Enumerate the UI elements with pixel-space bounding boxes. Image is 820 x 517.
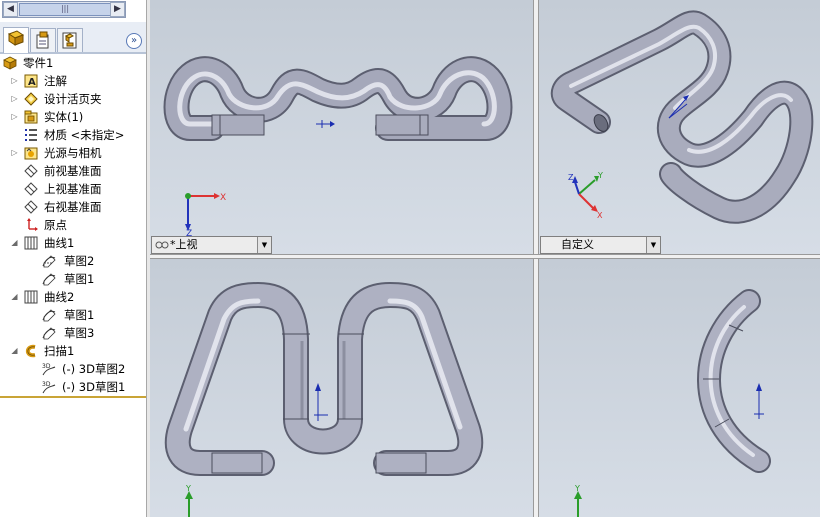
sketch-icon: [42, 273, 56, 286]
tab-property-manager[interactable]: [30, 28, 56, 52]
plane-icon: [24, 182, 38, 196]
tab-feature-manager[interactable]: [3, 27, 29, 53]
scroll-right-icon[interactable]: ▶: [110, 2, 125, 17]
viewport-top-right[interactable]: Y Z X 自定义 ▼: [539, 0, 820, 254]
tree-item-3d-sketch1[interactable]: 3D (-) 3D草图1: [0, 378, 146, 396]
glasses-icon: [155, 241, 169, 249]
feature-manager-panel: ◀ ||| ▶ » 零件1 ▷ A 注解 ▷ 设计活页夹 ▷ 实体(1) 材质 …: [0, 0, 146, 517]
curve-icon: [24, 236, 38, 250]
origin-marker-icon: [316, 120, 335, 128]
annotations-icon: A: [24, 74, 38, 88]
tree-item-origin[interactable]: 原点: [0, 216, 146, 234]
scroll-thumb[interactable]: |||: [19, 3, 111, 16]
solid-bodies-icon: [24, 110, 38, 124]
coordinate-triad-icon: X Z: [185, 193, 226, 236]
viewport-bottom-right[interactable]: Y: [539, 259, 820, 517]
property-icon: [36, 31, 49, 49]
dropdown-arrow-icon[interactable]: ▼: [646, 237, 660, 253]
horizontal-scrollbar[interactable]: ◀ ||| ▶: [2, 1, 126, 18]
sweep-icon: [25, 344, 36, 358]
tree-item-sweep1[interactable]: ◢ 扫描1: [0, 342, 146, 360]
viewport-top-left[interactable]: X Z *上视 ▼: [150, 0, 533, 254]
origin-icon: [27, 218, 38, 231]
3d-sketch-icon: 3D: [42, 363, 56, 376]
part-icon: [3, 56, 17, 70]
origin-marker-icon: [314, 383, 328, 421]
collapse-icon[interactable]: ◢: [10, 292, 19, 301]
rollback-bar[interactable]: [0, 396, 146, 398]
manager-tab-bar: »: [0, 22, 146, 54]
tree-item-annotations[interactable]: ▷ A 注解: [0, 72, 146, 90]
viewport-bottom-left[interactable]: Y: [150, 259, 533, 517]
tab-configuration-manager[interactable]: [57, 28, 83, 52]
svg-text:Y: Y: [597, 171, 603, 180]
origin-marker-icon: [754, 383, 764, 419]
tree-item-solid-bodies[interactable]: ▷ 实体(1): [0, 108, 146, 126]
tree-item-design-binder[interactable]: ▷ 设计活页夹: [0, 90, 146, 108]
material-icon: [25, 129, 37, 141]
view-orientation-selector[interactable]: 自定义 ▼: [540, 236, 661, 254]
part-label: 零件1: [23, 56, 54, 70]
expand-icon[interactable]: ▷: [10, 112, 19, 121]
part-model-right-view: [697, 289, 771, 473]
feature-tree-icon: [7, 30, 25, 46]
sketch-icon: [42, 327, 56, 340]
part-model-front-view: [164, 282, 484, 476]
expand-icon[interactable]: ▷: [10, 148, 19, 157]
tree-item-lights-camera[interactable]: ▷ 光源与相机: [0, 144, 146, 162]
view-name: *上视: [170, 238, 198, 251]
tree-item-sketch1[interactable]: 草图1: [0, 270, 146, 288]
design-binder-icon: [24, 92, 38, 106]
tree-item-top-plane[interactable]: 上视基准面: [0, 180, 146, 198]
tree-item-sketch3[interactable]: 草图3: [0, 324, 146, 342]
lights-camera-icon: [24, 147, 38, 160]
tree-item-material[interactable]: 材质 <未指定>: [0, 126, 146, 144]
coordinate-triad-icon: Y: [185, 485, 193, 517]
svg-text:Y: Y: [574, 485, 580, 493]
svg-text:Y: Y: [185, 485, 191, 493]
sketch-icon: [42, 309, 56, 322]
expand-icon[interactable]: ▷: [10, 76, 19, 85]
3d-sketch-icon: 3D: [42, 381, 56, 394]
tree-item-front-plane[interactable]: 前视基准面: [0, 162, 146, 180]
svg-text:X: X: [597, 211, 603, 220]
svg-text:Z: Z: [186, 229, 192, 236]
tree-item-right-plane[interactable]: 右视基准面: [0, 198, 146, 216]
tree-item-curve2[interactable]: ◢ 曲线2: [0, 288, 146, 306]
svg-text:X: X: [220, 193, 226, 203]
view-orientation-selector[interactable]: *上视 ▼: [151, 236, 272, 254]
expand-icon[interactable]: ▷: [10, 94, 19, 103]
coordinate-triad-icon: Y Z X: [568, 171, 603, 220]
svg-text:Z: Z: [568, 173, 574, 182]
view-name: 自定义: [561, 238, 594, 251]
tree-item-sketch2[interactable]: 草图2: [0, 252, 146, 270]
plane-icon: [24, 164, 38, 178]
tree-item-sketch1b[interactable]: 草图1: [0, 306, 146, 324]
collapse-icon[interactable]: ◢: [10, 238, 19, 247]
dropdown-arrow-icon[interactable]: ▼: [257, 237, 271, 253]
expand-panel-icon[interactable]: »: [126, 33, 142, 49]
plane-icon: [24, 200, 38, 214]
collapse-icon[interactable]: ◢: [10, 346, 19, 355]
configuration-icon: [62, 32, 77, 49]
tree-item-part[interactable]: 零件1: [3, 54, 143, 72]
tree-item-curve1[interactable]: ◢ 曲线1: [0, 234, 146, 252]
scroll-left-icon[interactable]: ◀: [3, 2, 18, 17]
tree-item-3d-sketch2[interactable]: 3D (-) 3D草图2: [0, 360, 146, 378]
coordinate-triad-icon: Y: [574, 485, 582, 517]
sketch-icon: [42, 255, 56, 268]
svg-text:A: A: [28, 77, 36, 88]
curve-icon: [24, 290, 38, 304]
